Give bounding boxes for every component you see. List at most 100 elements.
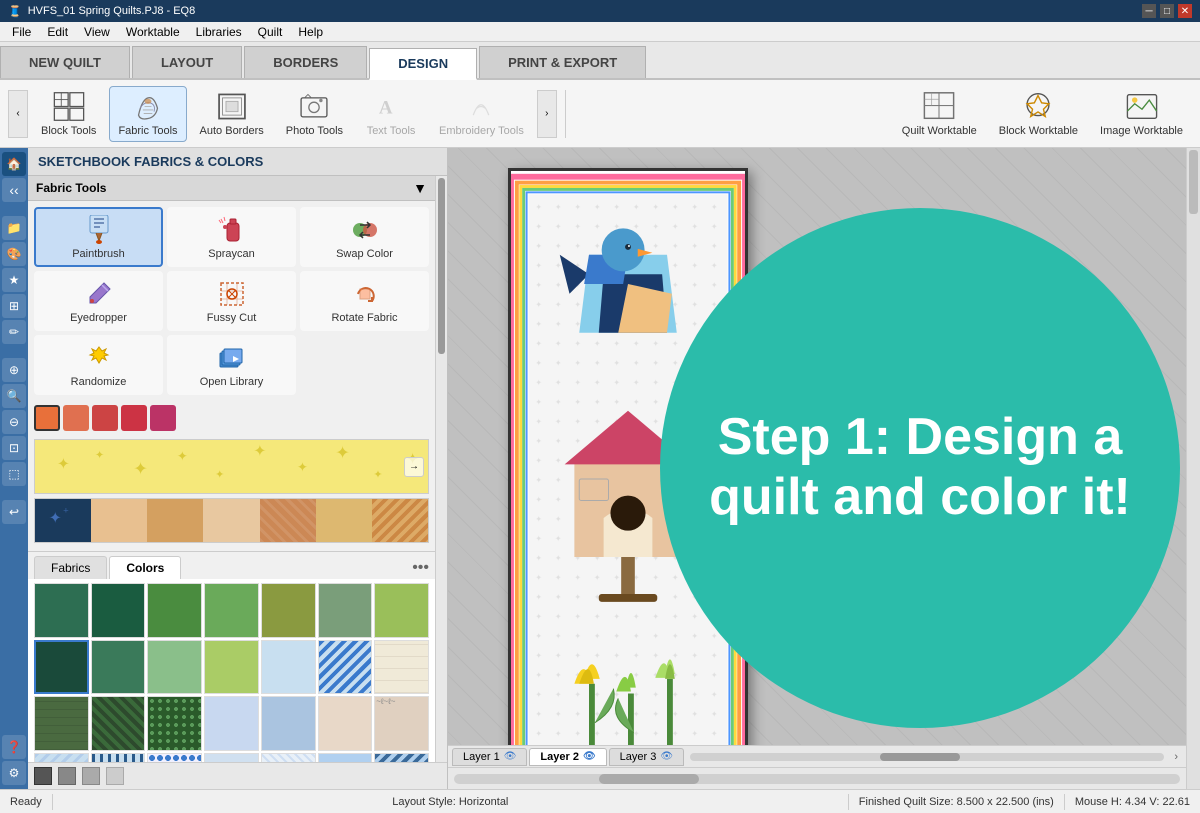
swatch-item[interactable] bbox=[91, 753, 146, 762]
menu-view[interactable]: View bbox=[76, 22, 118, 41]
swatch-item[interactable] bbox=[34, 753, 89, 762]
sidebar-undo-icon[interactable]: ↩ bbox=[2, 500, 26, 524]
sidebar-settings-icon[interactable]: ⚙ bbox=[2, 761, 26, 785]
toolbar-scroll-left[interactable]: ‹ bbox=[8, 90, 28, 138]
small-swatch-3[interactable] bbox=[147, 499, 203, 542]
sidebar-chevron-left-icon[interactable]: ‹‹ bbox=[2, 178, 26, 202]
fabric-tools-collapse-icon[interactable]: ▼ bbox=[413, 180, 427, 196]
layer-2-eye-icon[interactable]: 👁 bbox=[583, 751, 596, 762]
swatch-item[interactable] bbox=[34, 696, 89, 751]
swatch-item[interactable] bbox=[147, 583, 202, 638]
color-swatch-3[interactable] bbox=[92, 405, 118, 431]
minimize-button[interactable]: ─ bbox=[1142, 4, 1156, 18]
small-swatch-1[interactable]: ✦ + bbox=[35, 499, 91, 542]
menu-file[interactable]: File bbox=[4, 22, 39, 41]
swatch-item[interactable] bbox=[91, 640, 146, 695]
color-swatch-1[interactable] bbox=[34, 405, 60, 431]
color-swatch-4[interactable] bbox=[121, 405, 147, 431]
swatch-item[interactable] bbox=[261, 753, 316, 762]
layer-1-eye-icon[interactable]: 👁 bbox=[504, 751, 517, 762]
menu-libraries[interactable]: Libraries bbox=[188, 22, 250, 41]
sidebar-zoom-in-icon[interactable]: ⊕ bbox=[2, 358, 26, 382]
title-bar-controls[interactable]: ─ □ ✕ bbox=[1142, 4, 1192, 18]
fabric-strip-nav-arrow[interactable]: → bbox=[404, 457, 424, 477]
sidebar-magnify-icon[interactable]: 🔍 bbox=[2, 384, 26, 408]
swatch-item[interactable] bbox=[91, 696, 146, 751]
swatch-item[interactable] bbox=[261, 696, 316, 751]
fabric-tab-more[interactable]: ••• bbox=[412, 559, 429, 577]
swatch-item[interactable] bbox=[374, 753, 429, 762]
tab-fabrics[interactable]: Fabrics bbox=[34, 556, 107, 579]
swatch-item[interactable] bbox=[147, 640, 202, 695]
small-swatch-4[interactable] bbox=[203, 499, 259, 542]
fabric-strip-main[interactable]: ✦ ✦ ✦ ✦ ✦ ✦ ✦ ✦ ✦ ✦ bbox=[34, 439, 429, 494]
tab-colors[interactable]: Colors bbox=[109, 556, 181, 579]
scroll-arrow-right[interactable]: › bbox=[1170, 751, 1182, 763]
canvas-scrollbar-v[interactable] bbox=[1186, 148, 1200, 789]
swatch-item[interactable] bbox=[147, 696, 202, 751]
sidebar-home-icon[interactable]: 🏠 bbox=[2, 152, 26, 176]
swatch-item-selected[interactable] bbox=[34, 640, 89, 695]
swatch-item[interactable] bbox=[318, 583, 373, 638]
toolbar-quilt-worktable[interactable]: Quilt Worktable bbox=[893, 86, 986, 142]
swatch-item[interactable] bbox=[261, 640, 316, 695]
tab-borders[interactable]: BORDERS bbox=[244, 46, 367, 78]
menu-quilt[interactable]: Quilt bbox=[250, 22, 291, 41]
tool-swap-color[interactable]: Swap Color bbox=[300, 207, 429, 267]
small-swatch-6[interactable] bbox=[316, 499, 372, 542]
sidebar-star-icon[interactable]: ★ bbox=[2, 268, 26, 292]
swatch-item[interactable] bbox=[374, 583, 429, 638]
sidebar-layers-icon[interactable]: ⊞ bbox=[2, 294, 26, 318]
swatch-item[interactable] bbox=[204, 583, 259, 638]
menu-worktable[interactable]: Worktable bbox=[118, 22, 188, 41]
tool-spraycan[interactable]: Spraycan bbox=[167, 207, 296, 267]
nav-square-1[interactable] bbox=[34, 767, 52, 785]
toolbar-fabric-tools[interactable]: Fabric Tools bbox=[109, 86, 186, 142]
horizontal-scrollbar[interactable] bbox=[690, 753, 1164, 761]
swatch-item[interactable] bbox=[204, 696, 259, 751]
swatch-item[interactable] bbox=[318, 753, 373, 762]
toolbar-block-worktable[interactable]: Block Worktable bbox=[990, 86, 1087, 142]
tool-paintbrush[interactable]: Paintbrush bbox=[34, 207, 163, 267]
layer-tab-2[interactable]: Layer 2 👁 bbox=[529, 748, 606, 766]
toolbar-auto-borders[interactable]: Auto Borders bbox=[191, 86, 273, 142]
color-swatch-2[interactable] bbox=[63, 405, 89, 431]
swatch-item[interactable] bbox=[34, 583, 89, 638]
bottom-scrollbar[interactable] bbox=[448, 767, 1186, 789]
layer-tab-1[interactable]: Layer 1 👁 bbox=[452, 748, 527, 766]
swatch-item[interactable] bbox=[204, 753, 259, 762]
nav-square-4[interactable] bbox=[106, 767, 124, 785]
toolbar-photo-tools[interactable]: Photo Tools bbox=[277, 86, 352, 142]
tool-open-library[interactable]: Open Library bbox=[167, 335, 296, 395]
swatch-item[interactable] bbox=[147, 753, 202, 762]
panel-scrollbar[interactable] bbox=[435, 176, 447, 762]
tool-eyedropper[interactable]: Eyedropper bbox=[34, 271, 163, 331]
maximize-button[interactable]: □ bbox=[1160, 4, 1174, 18]
toolbar-block-tools[interactable]: Block Tools bbox=[32, 86, 105, 142]
tool-randomize[interactable]: Randomize bbox=[34, 335, 163, 395]
menu-edit[interactable]: Edit bbox=[39, 22, 76, 41]
small-swatch-2[interactable] bbox=[91, 499, 147, 542]
tool-fussy-cut[interactable]: Fussy Cut bbox=[167, 271, 296, 331]
tab-design[interactable]: DESIGN bbox=[369, 48, 477, 80]
swatch-item[interactable] bbox=[204, 640, 259, 695]
color-swatch-5[interactable] bbox=[150, 405, 176, 431]
tab-print-export[interactable]: PRINT & EXPORT bbox=[479, 46, 646, 78]
tab-new-quilt[interactable]: NEW QUILT bbox=[0, 46, 130, 78]
sidebar-select-icon[interactable]: ⬚ bbox=[2, 462, 26, 486]
small-swatch-7[interactable] bbox=[372, 499, 428, 542]
sidebar-folder-icon[interactable]: 📁 bbox=[2, 216, 26, 240]
sidebar-pencil-icon[interactable]: ✏ bbox=[2, 320, 26, 344]
sidebar-help-icon[interactable]: ❓ bbox=[2, 735, 26, 759]
swatch-item[interactable] bbox=[374, 640, 429, 695]
menu-help[interactable]: Help bbox=[290, 22, 331, 41]
nav-square-2[interactable] bbox=[58, 767, 76, 785]
tool-rotate-fabric[interactable]: Rotate Fabric bbox=[300, 271, 429, 331]
swatch-item[interactable] bbox=[261, 583, 316, 638]
close-button[interactable]: ✕ bbox=[1178, 4, 1192, 18]
layer-tab-3[interactable]: Layer 3 👁 bbox=[609, 748, 684, 766]
tab-layout[interactable]: LAYOUT bbox=[132, 46, 242, 78]
sidebar-palette-icon[interactable]: 🎨 bbox=[2, 242, 26, 266]
swatch-item[interactable] bbox=[318, 696, 373, 751]
sidebar-zoom-out-icon[interactable]: ⊖ bbox=[2, 410, 26, 434]
